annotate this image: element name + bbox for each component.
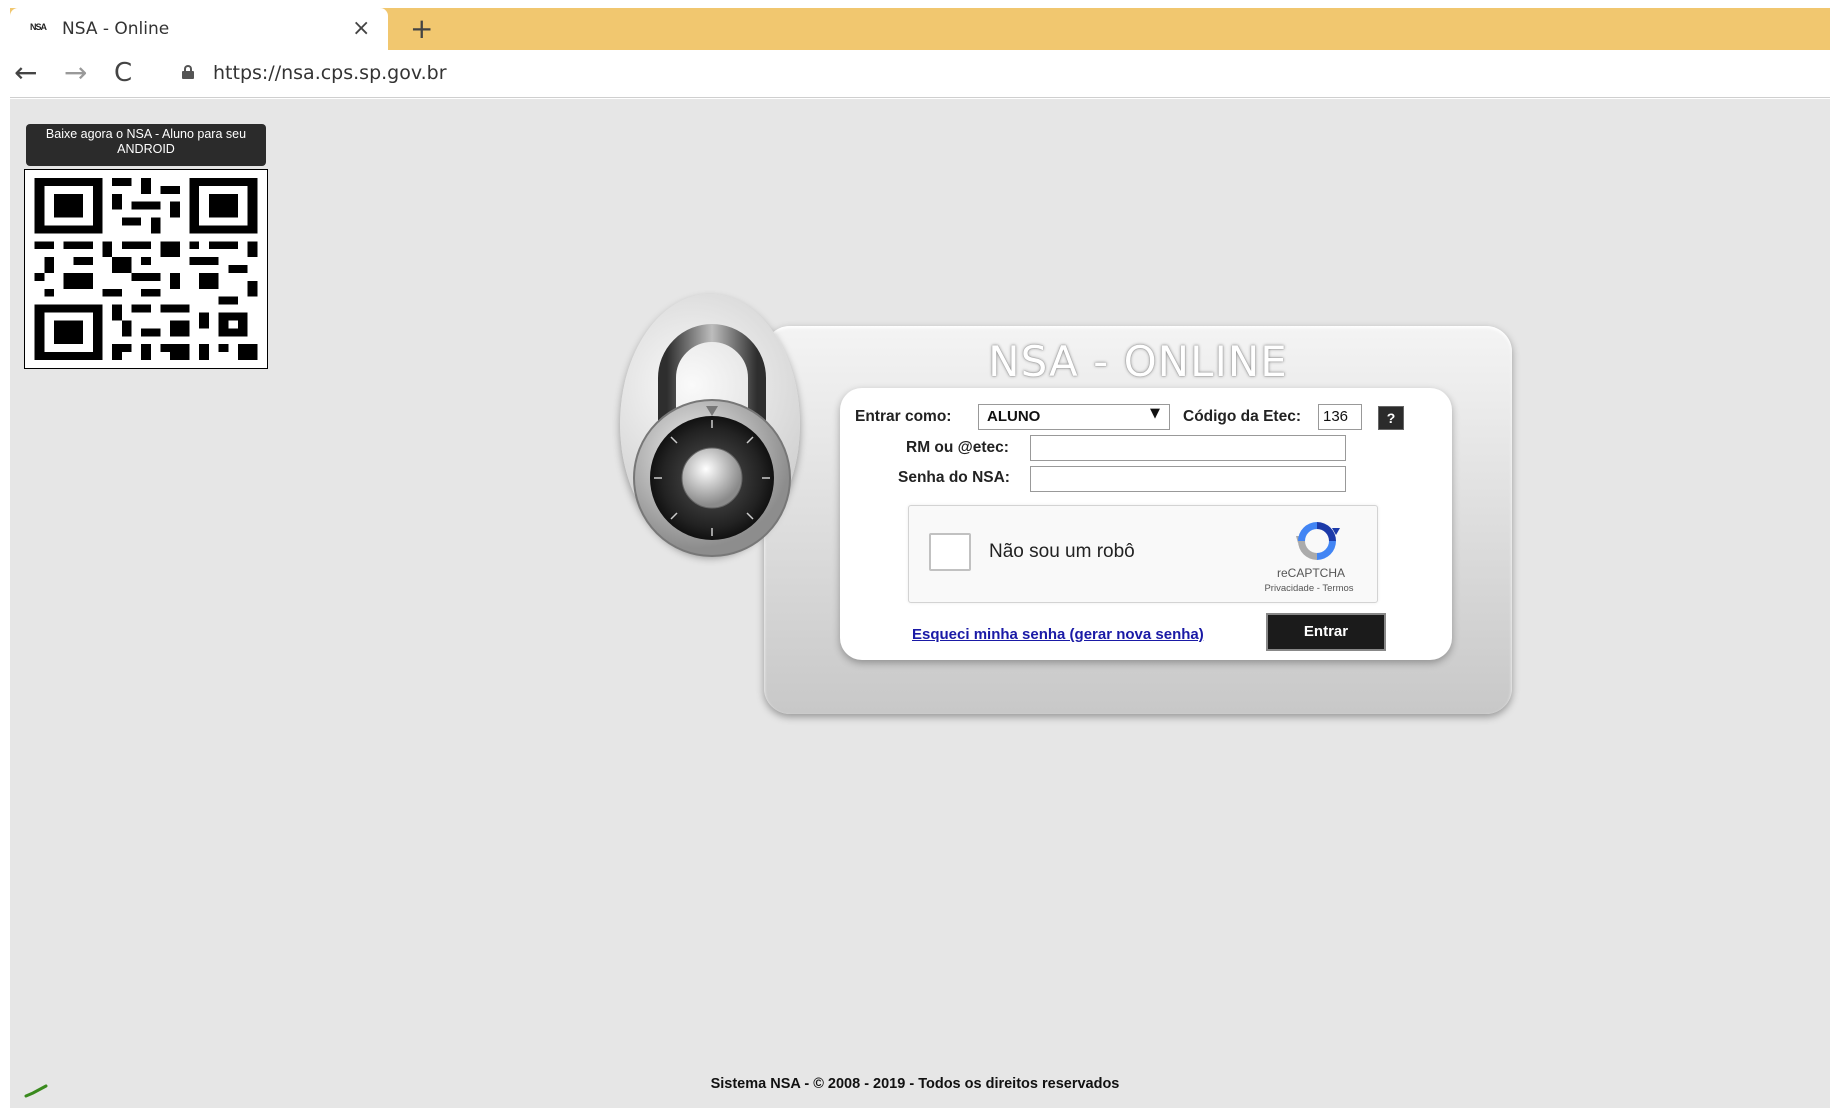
lock-icon[interactable] xyxy=(182,65,194,79)
page-title: NSA - ONLINE xyxy=(988,337,1288,386)
recaptcha-widget: Não sou um robô reCAPTCHA Privacidade - … xyxy=(908,505,1378,603)
browser-tab[interactable]: NSA NSA - Online × xyxy=(10,8,388,50)
chevron-down-icon[interactable]: ▼ xyxy=(1150,406,1160,421)
new-tab-button[interactable]: + xyxy=(410,12,433,45)
favicon-icon: NSA xyxy=(30,22,47,32)
etec-code-label: Código da Etec: xyxy=(1183,408,1301,425)
etec-code-field[interactable]: 136 xyxy=(1318,404,1362,430)
rm-label: RM ou @etec: xyxy=(906,439,1009,456)
forward-button[interactable]: → xyxy=(64,56,87,89)
back-button[interactable]: ← xyxy=(14,56,37,89)
role-select[interactable]: ALUNO xyxy=(978,404,1170,430)
address-bar: ← → C https://nsa.cps.sp.gov.br xyxy=(10,50,1830,98)
recaptcha-logo-icon xyxy=(1293,518,1341,569)
footer-text: Sistema NSA - © 2008 - 2019 - Todos os d… xyxy=(710,1076,1120,1092)
recaptcha-checkbox[interactable] xyxy=(929,533,971,571)
reload-button[interactable]: C xyxy=(114,58,132,88)
qr-code-icon[interactable] xyxy=(24,169,268,369)
qr-caption[interactable]: Baixe agora o NSA - Aluno para seu ANDRO… xyxy=(26,124,266,166)
recaptcha-label: Não sou um robô xyxy=(989,541,1135,562)
password-input[interactable] xyxy=(1030,466,1346,492)
password-label: Senha do NSA: xyxy=(898,469,1010,486)
tab-title: NSA - Online xyxy=(62,19,170,39)
rm-input[interactable] xyxy=(1030,435,1346,461)
forgot-password-link[interactable]: Esqueci minha senha (gerar nova senha) xyxy=(912,626,1204,643)
checkmark-icon xyxy=(24,1084,48,1098)
role-label: Entrar como: xyxy=(855,408,952,425)
close-tab-icon[interactable]: × xyxy=(352,16,370,41)
login-button[interactable]: Entrar xyxy=(1266,613,1386,651)
url-field[interactable]: https://nsa.cps.sp.gov.br xyxy=(213,62,447,84)
help-button[interactable]: ? xyxy=(1378,406,1404,430)
recaptcha-privacy-terms-links[interactable]: Privacidade - Termos xyxy=(1239,583,1379,594)
tab-strip: NSA NSA - Online × + xyxy=(10,8,1830,50)
recaptcha-brand: reCAPTCHA xyxy=(1276,566,1345,580)
